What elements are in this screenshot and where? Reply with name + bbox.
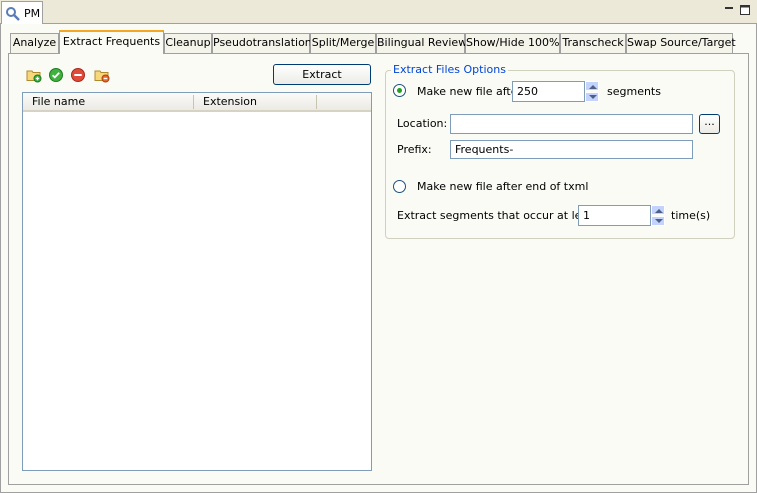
remove-folder-button[interactable] (94, 67, 110, 83)
location-input[interactable] (450, 114, 693, 134)
browse-button[interactable]: ... (699, 114, 720, 134)
tab-label: Bilingual Review (377, 36, 468, 49)
tab-label: Pseudotranslation (213, 36, 312, 49)
occur-unit-label: time(s) (671, 209, 711, 222)
tab-bilingual-review[interactable]: Bilingual Review (376, 33, 468, 53)
file-table[interactable] (22, 92, 372, 471)
column-divider[interactable] (316, 95, 317, 109)
spin-down-icon (655, 219, 663, 223)
column-divider[interactable] (193, 95, 194, 109)
segments-spinner[interactable] (585, 81, 599, 102)
select-all-button[interactable] (48, 67, 64, 83)
tab-label: Show/Hide 100% (466, 36, 560, 49)
radio-new-file-after-segments[interactable] (393, 84, 406, 97)
occur-label: Extract segments that occur at least (397, 209, 599, 222)
tab-analyze[interactable]: Analyze (10, 33, 59, 53)
prefix-label: Prefix: (397, 143, 432, 156)
tab-show-hide-100[interactable]: Show/Hide 100% (465, 33, 560, 53)
tab-label: Swap Source/Target (627, 36, 736, 49)
radio-selected-dot (397, 88, 402, 93)
tab-transcheck[interactable]: Transcheck (560, 33, 626, 53)
view-tab-pm[interactable]: PM (1, 1, 43, 24)
radio-new-file-after-txml[interactable] (393, 180, 406, 193)
radio1-label: Make new file after (417, 85, 522, 98)
occurrence-spinner[interactable] (651, 205, 665, 226)
remove-file-button[interactable] (70, 67, 86, 83)
spin-up-icon (655, 209, 663, 213)
radio2-label: Make new file after end of txml (417, 180, 589, 193)
minimize-icon (725, 7, 733, 9)
segments-unit-label: segments (607, 85, 661, 98)
tab-cleanup[interactable]: Cleanup (164, 33, 212, 53)
remove-icon (71, 68, 85, 82)
tab-label: Split/Merge (311, 36, 375, 49)
segments-count-input[interactable]: 250 (512, 81, 585, 102)
add-folder-icon (26, 70, 42, 83)
tab-label: Cleanup (165, 36, 211, 49)
tab-label: Analyze (12, 36, 57, 49)
add-files-button[interactable] (26, 67, 42, 83)
tab-pseudotranslation[interactable]: Pseudotranslation (212, 33, 312, 53)
delete-folder-icon (94, 70, 110, 83)
column-header-file-name[interactable]: File name (23, 93, 194, 112)
spin-up-icon (589, 85, 597, 89)
tab-label: Transcheck (562, 36, 624, 49)
minimize-button[interactable] (723, 4, 735, 16)
tab-split-merge[interactable]: Split/Merge (310, 33, 376, 53)
maximize-icon (740, 5, 750, 15)
tools-icon (6, 7, 20, 21)
view-tab-bar (0, 0, 757, 24)
spin-down-icon (589, 95, 597, 99)
prefix-input[interactable]: Frequents- (450, 140, 693, 159)
location-label: Location: (397, 117, 448, 130)
column-header-extension[interactable]: Extension (194, 93, 371, 112)
tab-label: Extract Frequents (62, 35, 161, 48)
extract-button[interactable]: Extract (273, 64, 371, 85)
view-tab-label: PM (24, 7, 41, 20)
maximize-button[interactable] (739, 4, 751, 16)
check-icon (49, 68, 63, 82)
tab-extract-frequents[interactable]: Extract Frequents (59, 30, 164, 54)
occurrence-count-input[interactable]: 1 (578, 205, 651, 226)
tab-swap-source-target[interactable]: Swap Source/Target (626, 33, 736, 53)
group-title: Extract Files Options (391, 63, 508, 76)
